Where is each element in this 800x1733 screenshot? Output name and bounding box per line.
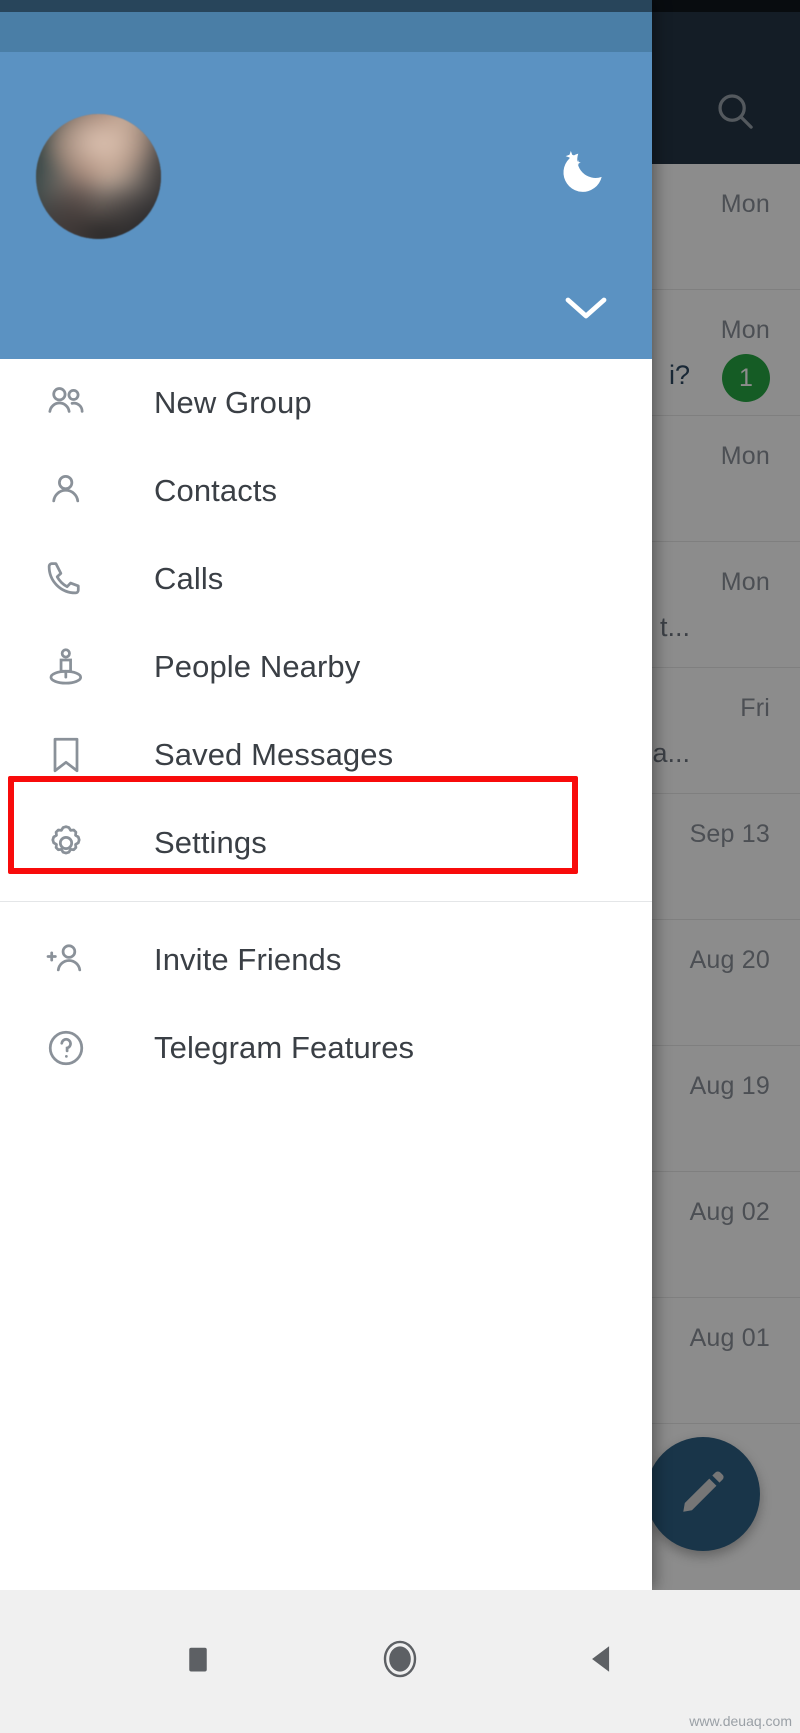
add-person-icon <box>38 932 94 988</box>
chat-date: Aug 20 <box>689 946 770 974</box>
chat-date: Mon <box>720 568 770 596</box>
gear-icon <box>38 815 94 871</box>
phone-screen: Mon Mon i? 1 Mon Mon l me t... Fri ted a… <box>0 0 800 1733</box>
chat-date: Fri <box>740 694 770 722</box>
search-icon[interactable] <box>712 88 758 134</box>
drawer-item-label: Settings <box>154 825 267 860</box>
drawer-divider <box>0 901 652 902</box>
chat-date: Sep 13 <box>689 820 770 848</box>
recents-button[interactable] <box>170 1634 226 1690</box>
chevron-down-icon[interactable] <box>562 293 610 323</box>
compose-fab[interactable] <box>646 1437 760 1551</box>
drawer-item-label: Contacts <box>154 473 278 508</box>
drawer-item-label: Calls <box>154 561 224 596</box>
chat-date: Aug 02 <box>689 1198 770 1226</box>
drawer-item-telegram-features[interactable]: Telegram Features <box>0 1004 652 1092</box>
person-icon <box>38 463 94 519</box>
back-button[interactable] <box>574 1634 630 1690</box>
drawer-item-calls[interactable]: Calls <box>0 535 652 623</box>
drawer-item-label: Saved Messages <box>154 737 394 772</box>
drawer-item-new-group[interactable]: New Group <box>0 359 652 447</box>
chat-date: Mon <box>720 190 770 218</box>
drawer-primary-menu: New Group Contacts Calls People Nearby S… <box>0 359 652 1092</box>
bookmark-icon <box>38 727 94 783</box>
avatar[interactable] <box>36 114 161 239</box>
watermark: www.deuaq.com <box>689 1713 792 1729</box>
status-bar-scrim <box>0 0 800 12</box>
drawer-item-label: People Nearby <box>154 649 361 684</box>
drawer-item-label: Telegram Features <box>154 1030 415 1065</box>
chat-date: Mon <box>720 316 770 344</box>
chat-date: Aug 19 <box>689 1072 770 1100</box>
people-nearby-icon <box>38 639 94 695</box>
drawer-item-label: Invite Friends <box>154 942 342 977</box>
circle-icon <box>382 1639 418 1684</box>
question-mark-icon <box>38 1020 94 1076</box>
home-button[interactable] <box>372 1634 428 1690</box>
chat-date: Aug 01 <box>689 1324 770 1352</box>
square-icon <box>183 1642 213 1681</box>
drawer-item-saved-messages[interactable]: Saved Messages <box>0 711 652 799</box>
drawer-header[interactable] <box>0 52 652 359</box>
android-navigation-bar: www.deuaq.com <box>0 1590 800 1733</box>
group-icon <box>38 375 94 431</box>
chat-date: Mon <box>720 442 770 470</box>
drawer-item-invite-friends[interactable]: Invite Friends <box>0 916 652 1004</box>
triangle-left-icon <box>585 1641 619 1682</box>
navigation-drawer: New Group Contacts Calls People Nearby S… <box>0 0 652 1590</box>
chat-preview: i? <box>668 360 690 390</box>
moon-icon[interactable] <box>556 144 610 198</box>
pencil-icon <box>677 1466 729 1523</box>
unread-badge: 1 <box>722 354 770 402</box>
drawer-item-people-nearby[interactable]: People Nearby <box>0 623 652 711</box>
drawer-item-contacts[interactable]: Contacts <box>0 447 652 535</box>
drawer-item-settings[interactable]: Settings <box>0 799 652 887</box>
phone-icon <box>38 551 94 607</box>
drawer-item-label: New Group <box>154 385 312 420</box>
